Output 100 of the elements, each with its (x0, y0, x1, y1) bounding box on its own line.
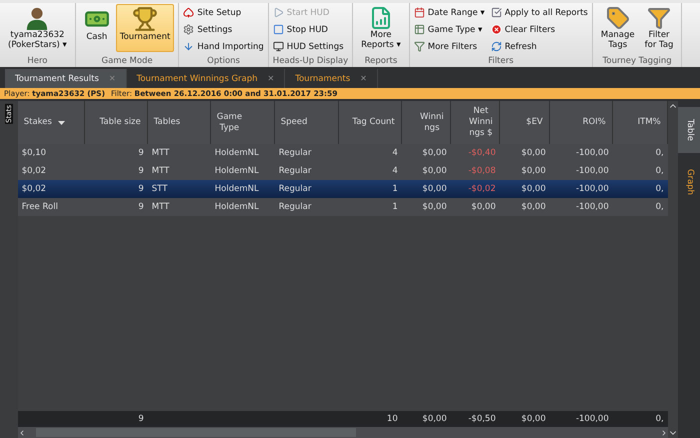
table-cell: -$0,02 (450, 180, 500, 198)
table-cell: -100,00 (550, 162, 613, 180)
close-icon[interactable]: ✕ (360, 74, 367, 83)
ribbon-button[interactable]: Apply to all Reports (490, 5, 588, 20)
group-label: Hero (26, 55, 48, 67)
hero-selector[interactable]: tyama23632 (PokerStars) ▾ (4, 4, 71, 52)
column-header[interactable]: Stakes (18, 101, 85, 144)
ribbon-button[interactable]: Filter for Tag (640, 4, 678, 52)
close-icon[interactable]: ✕ (268, 74, 274, 83)
side-tab[interactable]: Graph (678, 156, 700, 208)
total-value: 9 (137, 413, 145, 426)
column-header[interactable]: ITM% (612, 101, 668, 144)
total-value: -100,00 (574, 413, 610, 426)
table-cell: 0, (612, 162, 668, 180)
group-label: Tourney Tagging (602, 55, 673, 67)
table-cell: MTT (148, 162, 211, 180)
table-cell: 9 (84, 180, 148, 198)
table-cell: 4 (338, 162, 402, 180)
column-header[interactable]: $EV (500, 101, 550, 144)
scrollbar-thumb[interactable] (36, 428, 356, 437)
arrow-down-icon (183, 41, 194, 52)
ribbon-button[interactable]: Site Setup (183, 5, 264, 20)
ribbon-button[interactable]: Refresh (490, 39, 588, 54)
tab[interactable]: Tournament Results ✕ (5, 69, 127, 88)
play-icon (272, 7, 284, 18)
table-cell: 1 (338, 180, 402, 198)
total-value: 10 (386, 413, 399, 426)
table-cell: Regular (274, 162, 339, 180)
total-value: $0,00 (520, 413, 547, 426)
column-header[interactable]: Net Winni ngs $ (450, 101, 500, 144)
tag-icon (604, 6, 631, 30)
ribbon-button[interactable]: Stop HUD (272, 22, 348, 37)
ribbon-button[interactable]: Clear Filters (490, 22, 588, 37)
table-cell: Regular (274, 180, 339, 198)
ribbon-button[interactable]: HUD Settings (272, 39, 348, 54)
spade-icon (183, 7, 194, 18)
group-label: Filters (487, 55, 515, 67)
table-cell: -$0,40 (450, 144, 500, 162)
table-cell: HoldemNL (210, 144, 275, 162)
ribbon-button[interactable]: Manage Tags (596, 4, 639, 52)
table-cell: HoldemNL (210, 180, 275, 198)
table-cell: 0, (612, 144, 668, 162)
column-header[interactable]: Table size (84, 101, 148, 144)
table-cell: $0,00 (500, 162, 550, 180)
trophy-icon (132, 6, 158, 32)
column-header[interactable]: Winni ngs (402, 101, 451, 144)
table-cell: 0, (612, 198, 668, 216)
ribbon-button[interactable]: Hand Importing (183, 39, 264, 54)
table-cell: STT (148, 180, 211, 198)
group-label: Heads-Up Display (272, 55, 348, 67)
column-header[interactable]: Tag Count (338, 101, 402, 144)
ribbon-button[interactable]: Settings (183, 22, 264, 37)
table-cell: MTT (148, 198, 211, 216)
column-header[interactable]: Tables (148, 101, 211, 144)
total-value: 0, (654, 413, 665, 426)
table-cell: $0,00 (402, 180, 451, 198)
ribbon-button[interactable]: Tournament (116, 4, 174, 52)
table-icon (414, 24, 425, 35)
table-cell: $0,00 (500, 180, 550, 198)
table-cell: 0, (612, 180, 668, 198)
table-cell: $0,00 (500, 144, 550, 162)
table-cell: -100,00 (550, 198, 613, 216)
column-header[interactable]: ROI% (550, 101, 613, 144)
group-label: Options (206, 55, 241, 67)
table-cell: HoldemNL (210, 198, 275, 216)
calendar-icon (414, 7, 425, 18)
table-cell: Regular (274, 144, 339, 162)
table-cell: Free Roll (18, 198, 85, 216)
sort-icon (58, 120, 65, 124)
ribbon-button[interactable]: Game Type ▾ (414, 22, 485, 37)
settings-icon (183, 24, 194, 35)
ribbon-button[interactable]: Date Range ▾ (414, 5, 485, 20)
column-header[interactable]: Speed (274, 101, 339, 144)
group-label: Reports (364, 55, 398, 67)
table-cell: $0,00 (402, 162, 451, 180)
table-cell: $0,00 (450, 198, 500, 216)
ribbon-button[interactable]: More Reports ▾ (357, 4, 405, 52)
table-cell: -$0,08 (450, 162, 500, 180)
table-cell: HoldemNL (210, 162, 275, 180)
stop-icon (272, 24, 284, 35)
table-cell: $0,02 (18, 180, 85, 198)
total-value: -$0,50 (467, 413, 497, 426)
table-cell: 9 (84, 162, 148, 180)
table-cell: $0,00 (500, 198, 550, 216)
table-cell: 4 (338, 144, 402, 162)
table-cell: 9 (84, 144, 148, 162)
tag-filter-icon (646, 6, 672, 30)
table-cell: 9 (84, 198, 148, 216)
column-header[interactable]: Game Type (210, 101, 275, 144)
table-cell: -100,00 (550, 144, 613, 162)
table-cell: MTT (148, 144, 211, 162)
ribbon-button[interactable]: Cash (80, 4, 114, 52)
table-cell: $0,02 (18, 162, 85, 180)
side-tab[interactable]: Table (678, 107, 700, 153)
monitor-icon (272, 41, 284, 52)
table-cell: $0,10 (18, 144, 85, 162)
total-value: $0,00 (421, 413, 448, 426)
table-cell: 1 (338, 198, 402, 216)
group-label: Game Mode (100, 55, 154, 67)
ribbon-button[interactable]: More Filters (414, 39, 485, 54)
